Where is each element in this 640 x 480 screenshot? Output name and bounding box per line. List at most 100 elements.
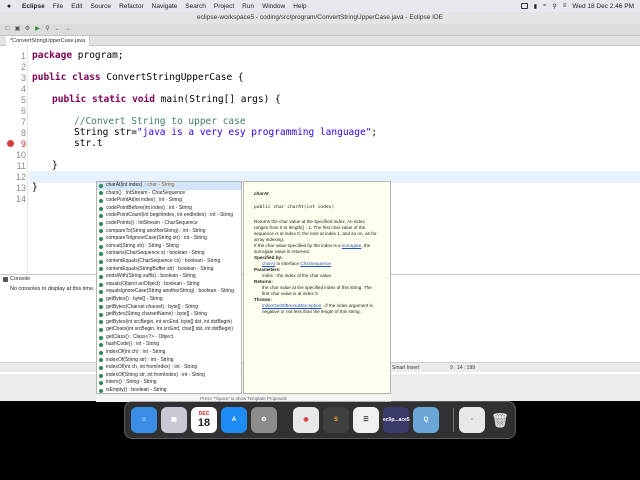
line-number: 7 xyxy=(20,117,26,127)
sublime-text-icon[interactable]: S xyxy=(323,407,349,433)
completion-item[interactable]: contentEquals(StringBuffer sb) : boolean… xyxy=(97,266,241,274)
completion-label: contentEquals(StringBuffer sb) : boolean… xyxy=(106,265,214,272)
completion-item[interactable]: charAt(int index): char - String xyxy=(97,182,241,190)
completion-item[interactable]: isEmpty() : boolean - String xyxy=(97,387,241,393)
menu-project[interactable]: Project xyxy=(214,3,234,10)
back-icon[interactable]: ← xyxy=(54,26,61,33)
apple-menu-icon[interactable]: ● xyxy=(4,3,14,10)
notes-icon[interactable]: ☰ xyxy=(353,407,379,433)
trash-icon[interactable]: 🗑 xyxy=(487,407,513,433)
menu-refactor[interactable]: Refactor xyxy=(119,3,144,10)
menubar-clock[interactable]: Wed 18 Dec 2:46 PM xyxy=(572,3,634,10)
completion-label: codePointBefore(int index) : int - Strin… xyxy=(106,204,192,211)
completion-item[interactable]: codePointBefore(int index) : int - Strin… xyxy=(97,205,241,213)
completion-item[interactable]: indexOf(String str) : int - String xyxy=(97,357,241,365)
completion-item[interactable]: equals(Object anObject) : boolean - Stri… xyxy=(97,281,241,289)
system-settings-icon[interactable]: ⚙ xyxy=(251,407,277,433)
editor-tab-convertstringuppercase[interactable]: *ConvertStringUpperCase.java xyxy=(6,36,91,46)
code-line-9-cursor[interactable]: str.t xyxy=(74,138,103,149)
search-toolbar-icon[interactable]: ⚲ xyxy=(44,26,51,33)
completion-item[interactable]: codePointCount(int beginIndex, int endIn… xyxy=(97,212,241,220)
method-icon xyxy=(99,236,103,241)
cursor-position: 9 : 14 : 199 xyxy=(450,365,476,371)
wifi-icon[interactable]: ≈ xyxy=(543,3,546,9)
completion-item[interactable]: getBytes() : byte[] - String xyxy=(97,296,241,304)
completion-item[interactable]: intern() : String - String xyxy=(97,379,241,387)
method-icon xyxy=(99,252,103,257)
save-icon[interactable]: ▣ xyxy=(14,26,21,33)
completion-label: getBytes(Charset charset) : byte[] - Str… xyxy=(106,303,198,310)
surrogate-link[interactable]: surrogate xyxy=(342,243,361,248)
run-icon[interactable]: ▶ xyxy=(34,26,41,33)
app-store-icon[interactable]: A xyxy=(221,407,247,433)
completion-item[interactable]: hashCode() : int - String xyxy=(97,341,241,349)
completion-item[interactable]: contentEquals(CharSequence cs) : boolean… xyxy=(97,258,241,266)
exception-link[interactable]: IndexOutOfBoundsException xyxy=(262,303,321,308)
completion-item[interactable]: getClass() : Class<?> - Object xyxy=(97,334,241,342)
charsequence-link[interactable]: CharSequence xyxy=(300,261,331,266)
completion-label: getBytes() : byte[] - String xyxy=(106,295,163,302)
eclipse-icon[interactable]: eclip...ace5 xyxy=(383,407,410,433)
completion-item[interactable]: getChars(int srcBegin, int srcEnd, char[… xyxy=(97,326,241,334)
completion-label: getClass() : Class<?> - Object xyxy=(106,333,173,340)
debug-icon[interactable]: ⚙ xyxy=(24,26,31,33)
finder-icon[interactable]: ☺ xyxy=(131,407,157,433)
charat-link[interactable]: charAt xyxy=(262,261,275,266)
screen-record-icon[interactable] xyxy=(520,3,528,9)
error-marker-icon[interactable] xyxy=(7,140,14,147)
code-line-3: public class ConvertStringUpperCase { xyxy=(32,72,244,83)
chrome-icon[interactable]: ◉ xyxy=(293,407,319,433)
completion-label: codePointAt(int index) : int - String xyxy=(106,197,182,204)
code-line-5: public static void main(String[] args) { xyxy=(52,94,281,105)
launchpad-icon[interactable]: ▦ xyxy=(161,407,187,433)
completion-item[interactable]: chars() : IntStream - CharSequence xyxy=(97,190,241,198)
menu-window[interactable]: Window xyxy=(262,3,285,10)
completion-item[interactable]: indexOf(int ch) : int - String xyxy=(97,349,241,357)
javadoc-popup[interactable]: charAt public char charAt(int index) Ret… xyxy=(243,181,391,394)
search-icon[interactable]: ⚲ xyxy=(552,3,556,10)
menu-run[interactable]: Run xyxy=(242,3,254,10)
control-center-icon[interactable]: ≡ xyxy=(563,3,567,9)
menu-search[interactable]: Search xyxy=(185,3,206,10)
completion-item[interactable]: contains(CharSequence s) : boolean - Str… xyxy=(97,250,241,258)
quicktime-icon[interactable]: Q xyxy=(413,407,439,433)
completion-label: equals(Object anObject) : boolean - Stri… xyxy=(106,280,200,287)
completion-item[interactable]: codePoints() : IntStream - CharSequence xyxy=(97,220,241,228)
completion-item[interactable]: indexOf(String str, int fromIndex) : int… xyxy=(97,372,241,380)
completion-item[interactable]: compareTo(String anotherString) : int - … xyxy=(97,228,241,236)
completion-item[interactable]: compareToIgnoreCase(String str) : int - … xyxy=(97,235,241,243)
completion-item[interactable]: concat(String str) : String - String xyxy=(97,243,241,251)
menu-help[interactable]: Help xyxy=(293,3,306,10)
code-line-11: } xyxy=(52,160,58,171)
completion-item[interactable]: getBytes(String charsetName) : byte[] - … xyxy=(97,311,241,319)
console-empty-message: No consoles to display at this time. xyxy=(10,286,95,292)
menu-file[interactable]: File xyxy=(53,3,63,10)
completion-item[interactable]: getBytes(Charset charset) : byte[] - Str… xyxy=(97,304,241,312)
completion-item[interactable]: equalsIgnoreCase(String anotherString) :… xyxy=(97,288,241,296)
editor-tabstrip: *ConvertStringUpperCase.java xyxy=(0,36,640,46)
macos-menubar: ● Eclipse File Edit Source Refactor Navi… xyxy=(0,0,640,12)
line-number: 6 xyxy=(20,106,26,116)
completion-item[interactable]: codePointAt(int index) : int - String xyxy=(97,197,241,205)
completion-item[interactable]: indexOf(int ch, int fromIndex) : int - S… xyxy=(97,364,241,372)
console-tab[interactable]: Console xyxy=(2,275,30,284)
forward-icon[interactable]: → xyxy=(64,26,71,33)
window-title: eclipse-workspace5 - coding/src/program/… xyxy=(0,12,640,24)
completion-label: indexOf(String str, int fromIndex) : int… xyxy=(106,371,205,378)
completion-item[interactable]: getBytes(int srcBegin, int srcEnd, byte[… xyxy=(97,319,241,327)
menu-edit[interactable]: Edit xyxy=(71,3,82,10)
completion-item[interactable]: endsWith(String suffix) : boolean - Stri… xyxy=(97,273,241,281)
completion-label: equalsIgnoreCase(String anotherString) :… xyxy=(106,288,234,295)
method-icon xyxy=(99,282,103,287)
preview-icon[interactable]: ▫ xyxy=(459,407,485,433)
content-assist-popup[interactable]: charAt(int index): char - String chars() … xyxy=(96,181,242,394)
menu-navigate[interactable]: Navigate xyxy=(152,3,178,10)
calendar-icon[interactable]: DEC 18 xyxy=(191,407,217,433)
menu-source[interactable]: Source xyxy=(90,3,111,10)
new-icon[interactable]: □ xyxy=(4,26,11,33)
completion-label: getChars(int srcBegin, int srcEnd, char[… xyxy=(106,326,233,333)
method-icon xyxy=(99,350,103,355)
method-icon xyxy=(99,274,103,279)
battery-icon[interactable]: ▮ xyxy=(534,3,537,10)
menu-app-name[interactable]: Eclipse xyxy=(22,3,45,10)
